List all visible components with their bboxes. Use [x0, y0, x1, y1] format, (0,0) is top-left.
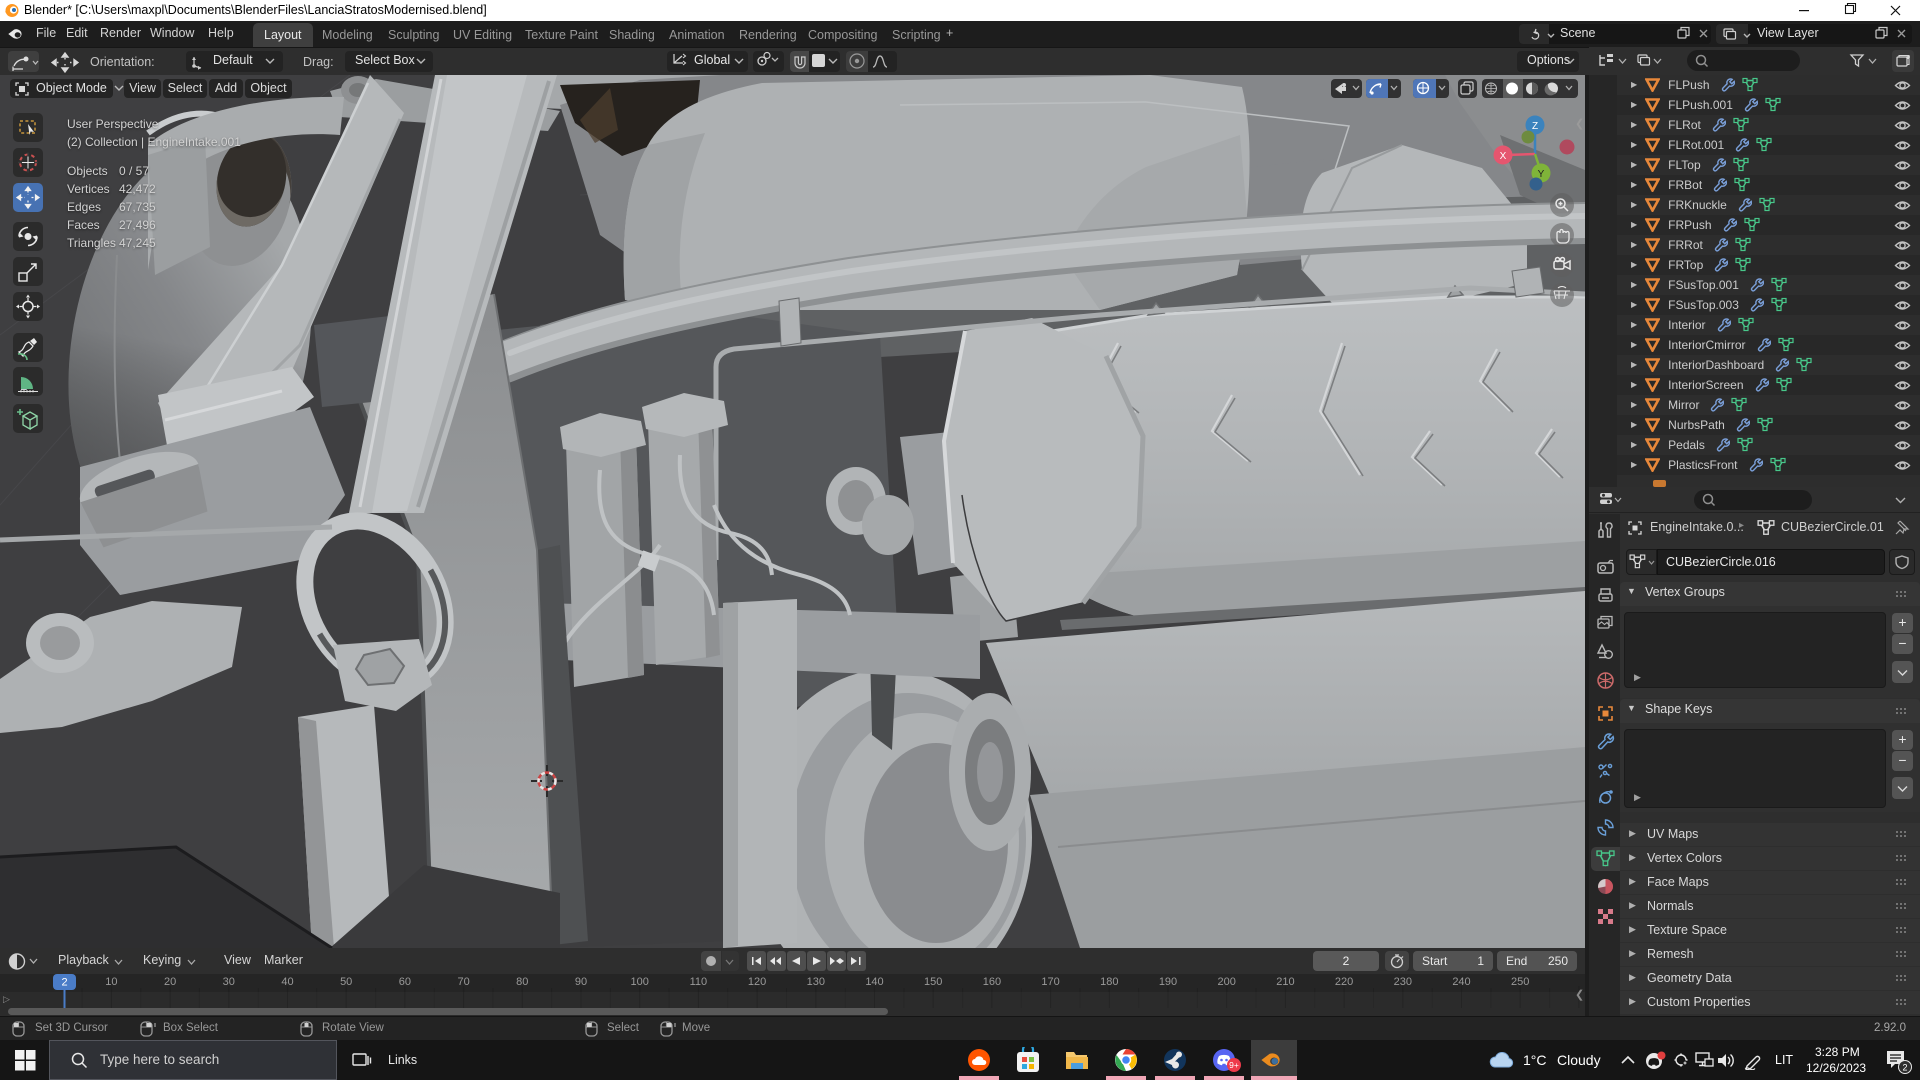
- svg-text:170: 170: [1041, 976, 1059, 988]
- svg-text:20: 20: [164, 976, 176, 988]
- svg-text:30: 30: [223, 976, 235, 988]
- svg-text:2: 2: [61, 977, 67, 989]
- svg-text:70: 70: [457, 976, 469, 988]
- svg-text:110: 110: [690, 976, 708, 988]
- svg-text:230: 230: [1394, 976, 1412, 988]
- svg-text:190: 190: [1159, 976, 1177, 988]
- svg-text:40: 40: [281, 976, 293, 988]
- svg-text:140: 140: [865, 976, 883, 988]
- svg-text:Z: Z: [1532, 121, 1538, 132]
- svg-text:120: 120: [748, 976, 766, 988]
- svg-text:160: 160: [983, 976, 1001, 988]
- svg-text:220: 220: [1335, 976, 1353, 988]
- svg-text:10: 10: [105, 976, 117, 988]
- svg-text:80: 80: [516, 976, 528, 988]
- svg-text:150: 150: [924, 976, 942, 988]
- svg-text:200: 200: [1218, 976, 1236, 988]
- svg-text:X: X: [1500, 151, 1507, 162]
- svg-text:2: 2: [1902, 1063, 1907, 1073]
- svg-text:100: 100: [631, 976, 649, 988]
- svg-text:9+: 9+: [1229, 1060, 1239, 1070]
- svg-text:210: 210: [1276, 976, 1294, 988]
- svg-text:60: 60: [399, 976, 411, 988]
- svg-text:240: 240: [1452, 976, 1470, 988]
- svg-text:130: 130: [807, 976, 825, 988]
- svg-text:250: 250: [1511, 976, 1529, 988]
- svg-text:50: 50: [340, 976, 352, 988]
- svg-text:90: 90: [575, 976, 587, 988]
- svg-text:180: 180: [1100, 976, 1118, 988]
